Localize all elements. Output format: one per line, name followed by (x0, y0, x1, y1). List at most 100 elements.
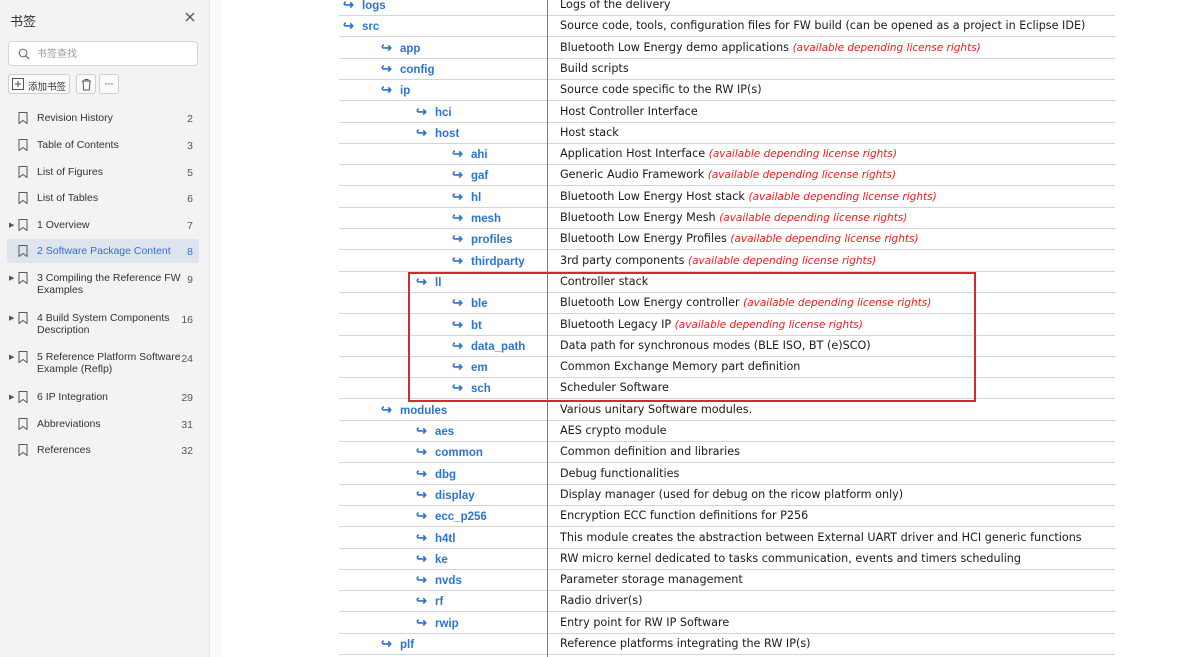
table-row: ↪ display Display manager (used for debug … (339, 485, 1115, 506)
directory-link[interactable]: ↪ display (416, 487, 475, 503)
bookmark-item[interactable]: ▶ 6 IP Integration 29 (7, 385, 199, 409)
bookmark-label: 2 Software Package Content (37, 245, 171, 257)
table-row: ↪ ke RW micro kernel dedicated to tasks co… (339, 549, 1115, 570)
directory-description: Encryption ECC function definitions for … (560, 509, 808, 522)
directory-link[interactable]: ↪ src (343, 18, 379, 34)
close-icon[interactable] (183, 10, 197, 24)
bookmark-page-number: 5 (187, 167, 193, 179)
description-text: Bluetooth Low Energy Host stack (560, 189, 749, 203)
bookmark-item[interactable]: ▶ 5 Reference Platform Software Example (… (7, 345, 199, 375)
description-text: Build scripts (560, 61, 629, 75)
bookmark-item[interactable]: 2 Software Package Content 8 (7, 239, 199, 263)
bookmark-icon (18, 166, 28, 178)
directory-link[interactable]: ↪ dbg (416, 466, 456, 482)
bookmark-label: Abbreviations (37, 418, 101, 430)
directory-name: logs (362, 0, 386, 12)
directory-link[interactable]: ↪ plf (381, 636, 414, 652)
bookmark-item[interactable]: ▶ 3 Compiling the Reference FW Examples 9 (7, 266, 199, 296)
directory-link[interactable]: ↪ common (416, 444, 483, 460)
directory-link[interactable]: ↪ logs (343, 0, 386, 13)
delete-bookmark-button[interactable] (76, 74, 96, 94)
arrow-icon: ↪ (416, 124, 427, 140)
directory-description: Various unitary Software modules. (560, 403, 752, 416)
directory-link[interactable]: ↪ ecc_p256 (416, 508, 487, 524)
description-text: AES crypto module (560, 424, 667, 437)
license-note: (available depending license rights) (792, 41, 981, 54)
table-row: ↪ app Bluetooth Low Energy demo applicatio… (339, 38, 1115, 59)
directory-link[interactable]: ↪ host (416, 125, 459, 141)
directory-link[interactable]: ↪ modules (381, 402, 447, 418)
arrow-icon: ↪ (416, 550, 427, 566)
directory-name: host (435, 127, 460, 140)
directory-description: Display manager (used for debug on the r… (560, 488, 903, 501)
directory-link[interactable]: ↪ gaf (452, 167, 488, 183)
directory-link[interactable]: ↪ ip (381, 82, 410, 98)
directory-description: Source code, tools, configuration files … (560, 19, 1085, 32)
directory-name: hl (471, 191, 482, 204)
bookmark-page-number: 24 (181, 353, 193, 365)
table-row: ↪ thirdparty 3rd party components (availab… (339, 251, 1115, 272)
search-input[interactable] (37, 45, 187, 63)
license-note: (available depending license rights) (719, 212, 908, 224)
directory-link[interactable]: ↪ nvds (416, 572, 462, 588)
expand-arrow-icon[interactable]: ▶ (9, 314, 14, 322)
expand-arrow-icon[interactable]: ▶ (9, 353, 14, 361)
bookmark-item[interactable]: References 32 (7, 438, 199, 462)
directory-link[interactable]: ↪ config (381, 61, 435, 77)
directory-name: nvds (435, 575, 462, 588)
add-bookmark-button[interactable]: 添加书签 (8, 74, 70, 94)
directory-description: Generic Audio Framework (available depen… (560, 168, 896, 181)
description-text: Various unitary Software modules. (560, 402, 753, 416)
directory-description: Logs of the delivery (560, 0, 671, 11)
bookmark-item[interactable]: ▶ 1 Overview 7 (7, 213, 199, 237)
bookmark-item[interactable]: Abbreviations 31 (7, 412, 199, 436)
bookmark-item[interactable]: List of Tables 6 (7, 186, 199, 210)
table-row: ↪ src Source code, tools, configuration fi… (339, 16, 1115, 38)
bookmark-icon (18, 272, 28, 284)
arrow-icon: ↪ (452, 146, 463, 162)
directory-link[interactable]: ↪ rf (416, 593, 443, 609)
directory-link[interactable]: ↪ ke (416, 551, 448, 567)
bookmark-item[interactable]: List of Figures 5 (7, 160, 199, 184)
directory-link[interactable]: ↪ ahi (452, 146, 488, 162)
more-options-button[interactable]: ··· (99, 74, 119, 94)
table-row: ↪ dbg Debug functionalities (339, 464, 1115, 485)
directory-name: src (362, 21, 380, 34)
bookmark-item[interactable]: ▶ 4 Build System Components Description 16 (7, 306, 199, 336)
description-text: Display manager (used for debug on the r… (560, 487, 904, 501)
description-text: Radio driver(s) (560, 594, 643, 608)
directory-link[interactable]: ↪ hci (416, 104, 452, 120)
bookmark-label: Revision History (37, 112, 113, 124)
directory-link[interactable]: ↪ h4tl (416, 530, 455, 546)
directory-name: ecc_p256 (435, 511, 487, 524)
bookmark-item[interactable]: Table of Contents 3 (7, 133, 199, 157)
directory-name: ahi (471, 149, 488, 162)
expand-arrow-icon[interactable]: ▶ (9, 393, 14, 401)
bookmark-item[interactable]: Revision History 2 (7, 106, 199, 130)
arrow-icon: ↪ (416, 614, 427, 630)
directory-link[interactable]: ↪ hl (452, 189, 481, 205)
bookmark-icon (18, 418, 28, 430)
directory-link[interactable]: ↪ profiles (452, 231, 513, 247)
description-text: Source code, tools, configuration files … (560, 19, 1086, 33)
description-text: Logs of the delivery (560, 0, 671, 11)
panel-splitter[interactable] (209, 0, 223, 657)
directory-name: display (435, 489, 475, 502)
directory-name: hci (435, 106, 452, 119)
bookmark-icon (18, 391, 28, 403)
directory-link[interactable]: ↪ mesh (452, 210, 501, 226)
directory-name: plf (400, 639, 415, 651)
directory-link[interactable]: ↪ thirdparty (452, 253, 525, 269)
arrow-icon: ↪ (416, 423, 427, 438)
table-row: ↪ gaf Generic Audio Framework (available d… (339, 165, 1115, 187)
directory-link[interactable]: ↪ rwip (416, 615, 459, 631)
directory-link[interactable]: ↪ aes (416, 423, 454, 439)
directory-name: rf (435, 596, 444, 609)
directory-description: Bluetooth Low Energy Host stack (availab… (560, 190, 937, 203)
directory-description: Common definition and libraries (560, 445, 740, 458)
arrow-icon: ↪ (381, 401, 392, 417)
directory-link[interactable]: ↪ app (381, 40, 420, 56)
bookmark-page-number: 29 (181, 392, 193, 404)
expand-arrow-icon[interactable]: ▶ (9, 221, 14, 229)
expand-arrow-icon[interactable]: ▶ (9, 274, 14, 282)
